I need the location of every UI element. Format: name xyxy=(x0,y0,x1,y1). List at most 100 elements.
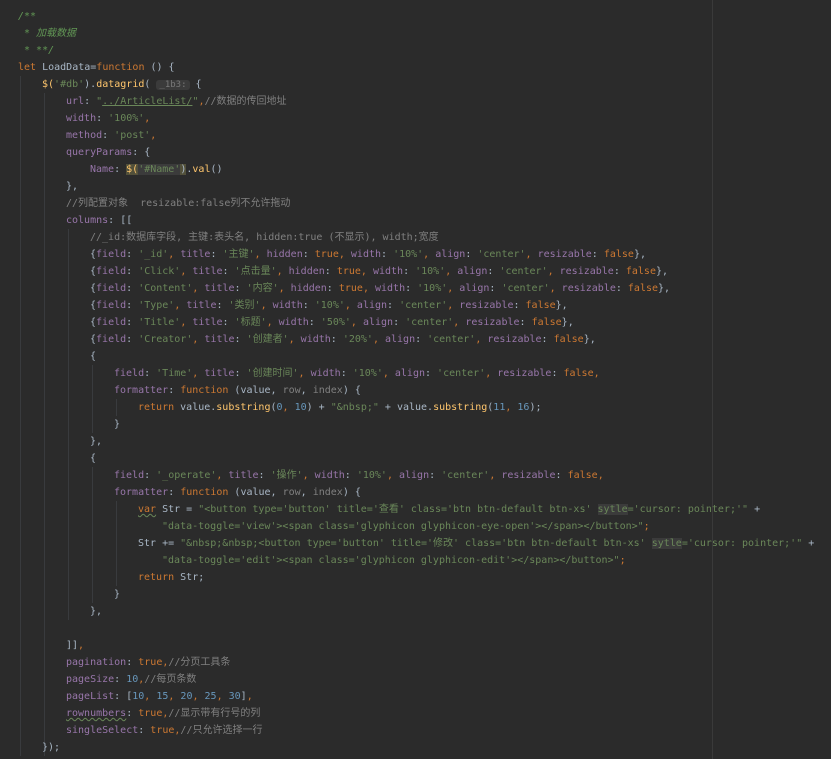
code-token: false xyxy=(625,266,656,277)
code-line[interactable]: pagination: true,//分页工具条 xyxy=(0,654,831,671)
code-token: true xyxy=(150,725,175,736)
code-token: title xyxy=(228,470,259,481)
code-token: + value. xyxy=(378,402,434,413)
code-token: 'Title' xyxy=(138,317,181,328)
code-token: , xyxy=(445,266,458,277)
code-token: ; xyxy=(643,521,650,532)
code-line[interactable]: {field: 'Content', title: '内容', hidden: … xyxy=(0,280,831,297)
code-token: , xyxy=(192,691,205,702)
code-token: pagination xyxy=(66,657,127,668)
code-token: 'center' xyxy=(405,317,454,328)
code-line[interactable]: "data-toggle='view'><span class='glyphic… xyxy=(0,518,831,535)
code-line[interactable]: var Str = "<button type='button' title='… xyxy=(0,501,831,518)
code-line[interactable]: url: "../ArticleList/",//数据的传回地址 xyxy=(0,93,831,110)
code-token: rownumbers xyxy=(66,708,127,719)
code-token: hidden xyxy=(266,249,303,260)
code-token: , xyxy=(453,317,466,328)
code-token: : xyxy=(144,470,157,481)
code-token: ='cursor: pointer;'" xyxy=(681,538,803,549)
code-line[interactable]: }, xyxy=(0,178,831,195)
code-token: : xyxy=(102,130,115,141)
code-token: : xyxy=(465,249,478,260)
code-line[interactable]: {field: 'Title', title: '标题', width: '50… xyxy=(0,314,831,331)
code-token: substring xyxy=(216,402,271,413)
code-token: ../ArticleList/ xyxy=(102,96,193,107)
code-token: true xyxy=(336,266,361,277)
code-line[interactable]: }, xyxy=(0,603,831,620)
code-line[interactable]: * **/ xyxy=(0,42,831,59)
code-line[interactable]: } xyxy=(0,416,831,433)
code-line[interactable]: $('#db').datagrid( _1b3: { xyxy=(0,76,831,93)
code-line[interactable]: columns: [[ xyxy=(0,212,831,229)
code-line[interactable]: {field: 'Creator', title: '创建者', width: … xyxy=(0,331,831,348)
code-line[interactable]: return Str; xyxy=(0,569,831,586)
code-token: width xyxy=(66,113,97,124)
code-token: 10 xyxy=(294,402,307,413)
code-token: 'center' xyxy=(437,368,486,379)
code-editor[interactable]: /** * 加载数据 * **/ let LoadData=function ()… xyxy=(0,0,831,759)
code-line[interactable]: * 加载数据 xyxy=(0,25,831,42)
code-line[interactable]: pageSize: 10,//每页条数 xyxy=(0,671,831,688)
code-token: , xyxy=(282,402,295,413)
code-line[interactable]: //列配置对象 resizable:false列不允许拖动 xyxy=(0,195,831,212)
code-line[interactable]: } xyxy=(0,586,831,603)
code-token: '20%' xyxy=(342,334,373,345)
code-line[interactable]: formatter: function (value, row, index) … xyxy=(0,382,831,399)
code-line[interactable]: formatter: function (value, row, index) … xyxy=(0,484,831,501)
code-line[interactable]: {field: '_id', title: '主键', hidden: true… xyxy=(0,246,831,263)
code-line[interactable]: "data-toggle='edit'><span class='glyphic… xyxy=(0,552,831,569)
code-token: false xyxy=(531,317,562,328)
code-token: * 加载数据 xyxy=(18,28,77,39)
code-token: row xyxy=(282,487,301,498)
code-token: align xyxy=(435,249,466,260)
code-line[interactable]: {field: 'Type', title: '类别', width: '10%… xyxy=(0,297,831,314)
code-line[interactable]: { xyxy=(0,450,831,467)
code-token: columns xyxy=(66,215,109,226)
code-token: true xyxy=(338,283,363,294)
code-line[interactable]: rownumbers: true,//显示带有行号的列 xyxy=(0,705,831,722)
code-line[interactable]: { xyxy=(0,348,831,365)
code-token: width xyxy=(300,334,331,345)
code-line[interactable]: queryParams: { xyxy=(0,144,831,161)
code-token: title xyxy=(186,300,217,311)
code-line[interactable]: return value.substring(0, 10) + "&nbsp;"… xyxy=(0,399,831,416)
code-line[interactable]: field: '_operate', title: '操作', width: '… xyxy=(0,467,831,484)
code-token: : xyxy=(393,317,406,328)
code-token: formatter xyxy=(114,487,169,498)
code-token: () xyxy=(210,164,223,175)
code-token: , xyxy=(150,130,157,141)
code-token: , xyxy=(525,249,538,260)
code-line[interactable]: /** xyxy=(0,8,831,25)
code-line[interactable]: }, xyxy=(0,433,831,450)
code-token: '#db' xyxy=(54,79,85,90)
code-line[interactable]: Name: $('#Name').val() xyxy=(0,161,831,178)
code-line[interactable]: let LoadData=function () { xyxy=(0,59,831,76)
code-token: align xyxy=(394,368,425,379)
code-token: Str += xyxy=(138,538,181,549)
code-token: , xyxy=(216,470,229,481)
code-line[interactable]: field: 'Time', title: '创建时间', width: '10… xyxy=(0,365,831,382)
code-token: title xyxy=(180,249,211,260)
code-token: width xyxy=(278,317,309,328)
code-token: : xyxy=(489,283,502,294)
code-line[interactable]: pageList: [10, 15, 20, 25, 30], xyxy=(0,688,831,705)
code-token: "&nbsp;&nbsp;<button type='button' title… xyxy=(180,538,652,549)
code-token: { xyxy=(90,453,97,464)
code-line[interactable]: ]], xyxy=(0,637,831,654)
code-line[interactable]: Str += "&nbsp;&nbsp;<button type='button… xyxy=(0,535,831,552)
code-token: pageList xyxy=(66,691,115,702)
code-token: + xyxy=(748,504,761,515)
code-token: : xyxy=(144,368,157,379)
code-line[interactable]: singleSelect: true,//只允许选择一行 xyxy=(0,722,831,739)
code-line[interactable]: width: '100%', xyxy=(0,110,831,127)
code-line[interactable]: method: 'post', xyxy=(0,127,831,144)
code-line[interactable] xyxy=(0,620,831,637)
code-token: , xyxy=(547,266,560,277)
code-token: , xyxy=(338,249,351,260)
code-token: "<button type='button' title='查看' class=… xyxy=(198,504,598,515)
code-token: queryParams xyxy=(66,147,133,158)
code-line[interactable]: }); xyxy=(0,739,831,756)
code-line[interactable]: {field: 'Click', title: '点击量', hidden: t… xyxy=(0,263,831,280)
code-line[interactable]: //_id:数据库字段, 主键:表头名, hidden:true (不显示), … xyxy=(0,229,831,246)
code-token: //列配置对象 resizable:false列不允许拖动 xyxy=(66,198,291,209)
